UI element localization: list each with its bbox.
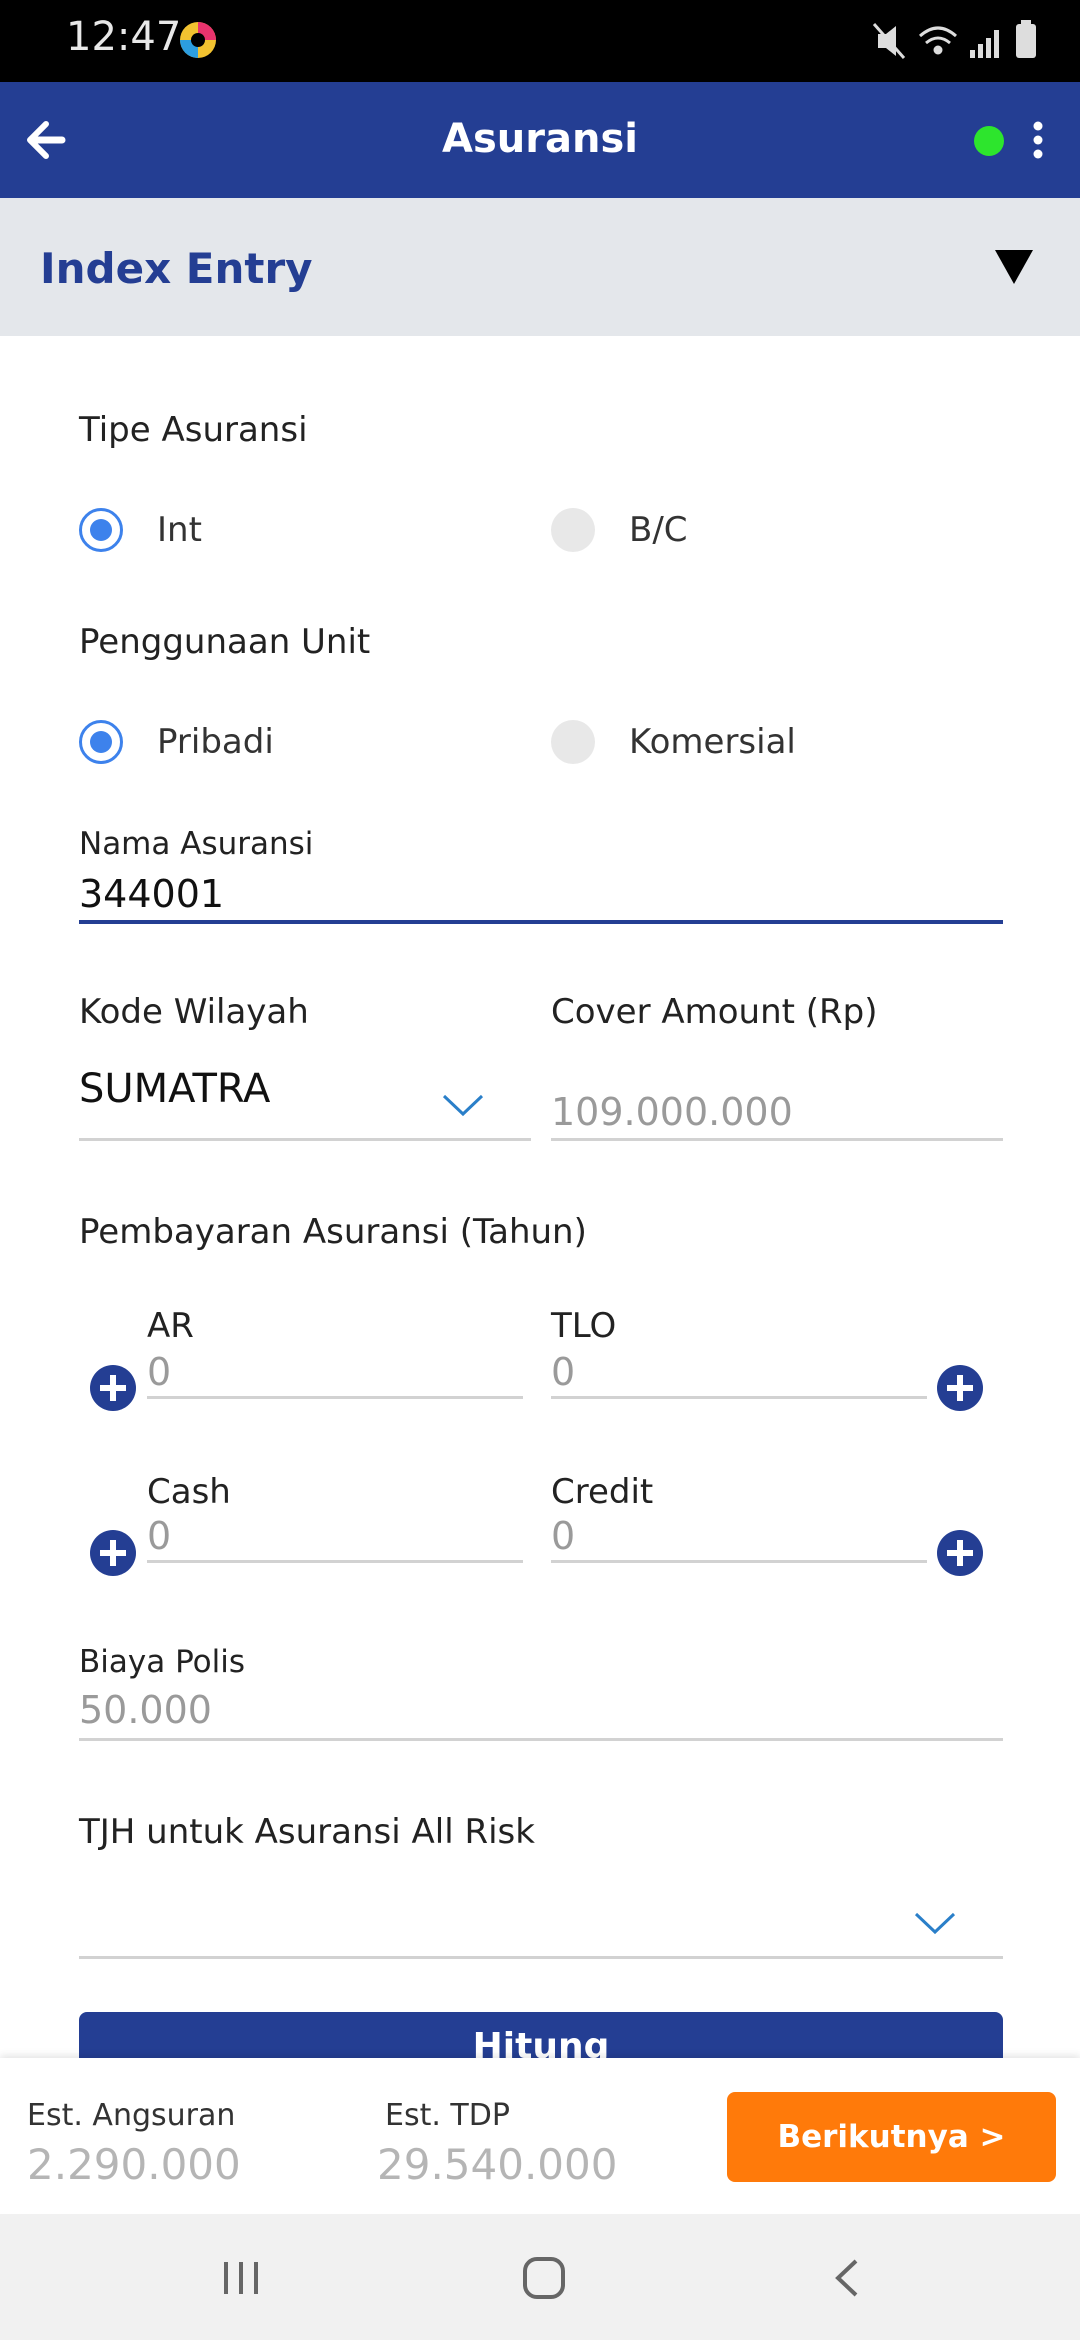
tipe-asuransi-label: Tipe Asuransi	[79, 410, 308, 450]
cash-input[interactable]: 0	[147, 1514, 171, 1558]
index-entry-section-toggle[interactable]: Index Entry	[0, 198, 1080, 336]
biaya-polis-input[interactable]: 50.000	[79, 1688, 212, 1732]
radio-komersial-label: Komersial	[629, 722, 796, 762]
app-header: Asuransi	[0, 82, 1080, 198]
status-time: 12:47	[66, 14, 182, 60]
battery-icon	[1016, 20, 1036, 58]
kode-wilayah-underline	[79, 1138, 531, 1141]
credit-input[interactable]: 0	[551, 1514, 575, 1558]
nama-asuransi-underline	[79, 920, 1003, 924]
back-nav-icon[interactable]	[832, 2258, 862, 2298]
add-credit-icon[interactable]	[937, 1530, 983, 1576]
wifi-icon	[919, 26, 957, 55]
recent-apps-icon[interactable]	[222, 2258, 262, 2298]
kode-wilayah-select[interactable]: SUMATRA	[79, 1066, 270, 1112]
next-button[interactable]: Berikutnya >	[727, 2092, 1056, 2182]
radio-bc[interactable]	[551, 508, 595, 552]
system-nav-bar	[0, 2214, 1080, 2340]
status-icons	[872, 20, 1036, 59]
est-angsuran-value: 2.290.000	[27, 2140, 241, 2189]
est-angsuran-label: Est. Angsuran	[27, 2098, 236, 2133]
collapse-triangle-icon	[995, 250, 1033, 284]
radio-pribadi-label: Pribadi	[157, 722, 274, 762]
biaya-polis-label: Biaya Polis	[79, 1644, 246, 1680]
nama-asuransi-label: Nama Asuransi	[79, 826, 314, 862]
radio-komersial[interactable]	[551, 720, 595, 764]
page-title: Asuransi	[442, 116, 638, 162]
cash-label: Cash	[147, 1472, 231, 1512]
radio-bc-label: B/C	[629, 510, 688, 550]
tlo-label: TLO	[551, 1306, 617, 1346]
tlo-underline	[551, 1396, 927, 1399]
ar-underline	[147, 1396, 523, 1399]
est-tdp-value: 29.540.000	[377, 2140, 618, 2189]
ar-input[interactable]: 0	[147, 1350, 171, 1394]
home-icon[interactable]	[522, 2256, 566, 2300]
tjh-label: TJH untuk Asuransi All Risk	[79, 1812, 535, 1852]
nama-asuransi-input[interactable]: 344001	[79, 872, 224, 916]
tlo-input[interactable]: 0	[551, 1350, 575, 1394]
summary-panel: Est. Angsuran 2.290.000 Est. TDP 29.540.…	[0, 2058, 1080, 2214]
penggunaan-unit-label: Penggunaan Unit	[79, 622, 371, 662]
credit-label: Credit	[551, 1472, 654, 1512]
credit-underline	[551, 1560, 927, 1563]
add-ar-icon[interactable]	[90, 1365, 136, 1411]
mute-icon	[872, 23, 906, 59]
cover-amount-input[interactable]: 109.000.000	[551, 1090, 793, 1134]
radio-int[interactable]	[79, 508, 123, 552]
cover-amount-underline	[551, 1138, 1003, 1141]
tjh-underline	[79, 1956, 1003, 1959]
radio-pribadi[interactable]	[79, 720, 123, 764]
add-cash-icon[interactable]	[90, 1530, 136, 1576]
signal-icon	[970, 30, 999, 58]
cash-underline	[147, 1560, 523, 1563]
more-options-icon[interactable]	[1028, 118, 1048, 166]
chevron-down-icon[interactable]	[914, 1912, 956, 1936]
pembayaran-label: Pembayaran Asuransi (Tahun)	[79, 1212, 587, 1252]
biaya-polis-underline	[79, 1738, 1003, 1741]
cover-amount-label: Cover Amount (Rp)	[551, 992, 878, 1032]
section-title: Index Entry	[40, 244, 313, 293]
online-status-dot	[974, 126, 1004, 156]
app-notification-icon	[180, 22, 216, 58]
chevron-down-icon[interactable]	[442, 1094, 484, 1118]
radio-int-label: Int	[157, 510, 202, 550]
kode-wilayah-label: Kode Wilayah	[79, 992, 309, 1032]
est-tdp-label: Est. TDP	[385, 2098, 510, 2133]
ar-label: AR	[147, 1306, 194, 1346]
add-tlo-icon[interactable]	[937, 1365, 983, 1411]
status-bar: 12:47	[0, 0, 1080, 82]
